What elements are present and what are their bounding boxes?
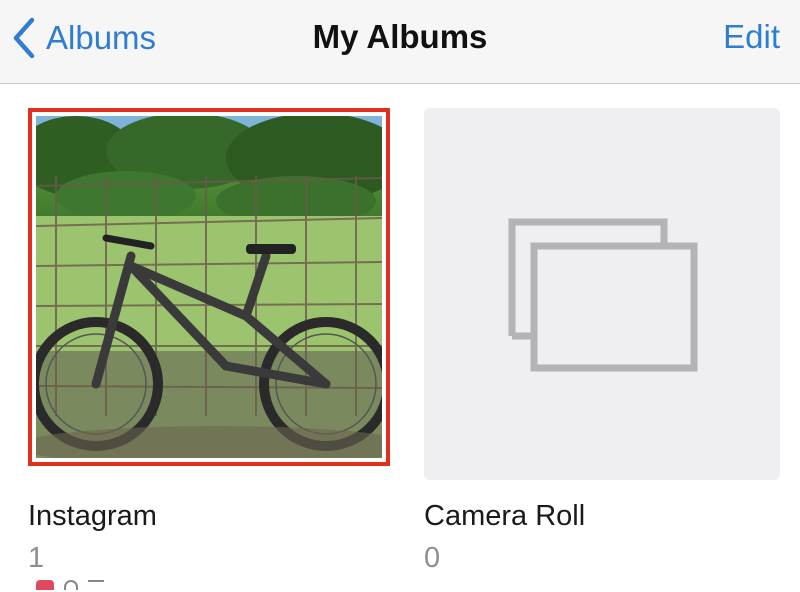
album-camera-roll[interactable]: Camera Roll 0 [424, 108, 780, 574]
album-instagram[interactable]: Instagram 1 [28, 108, 390, 590]
heart-icon [36, 580, 54, 590]
album-count: 1 [28, 542, 45, 574]
empty-album-icon [508, 218, 698, 372]
send-icon [88, 580, 104, 590]
page-title: My Albums [312, 18, 488, 55]
album-thumbnail[interactable] [28, 108, 390, 466]
bicycle-photo [36, 116, 382, 458]
comment-icon [64, 580, 78, 590]
album-source-icons [36, 578, 104, 592]
navigation-bar: Albums My Albums Edit [0, 0, 800, 84]
album-title: Instagram [28, 500, 157, 532]
album-title: Camera Roll [424, 500, 586, 532]
album-count: 0 [424, 542, 441, 574]
album-thumbnail-placeholder[interactable] [424, 108, 780, 480]
edit-button[interactable]: Edit [723, 18, 780, 56]
app-frame: Albums My Albums Edit Instagram 1 Camera… [0, 0, 800, 590]
